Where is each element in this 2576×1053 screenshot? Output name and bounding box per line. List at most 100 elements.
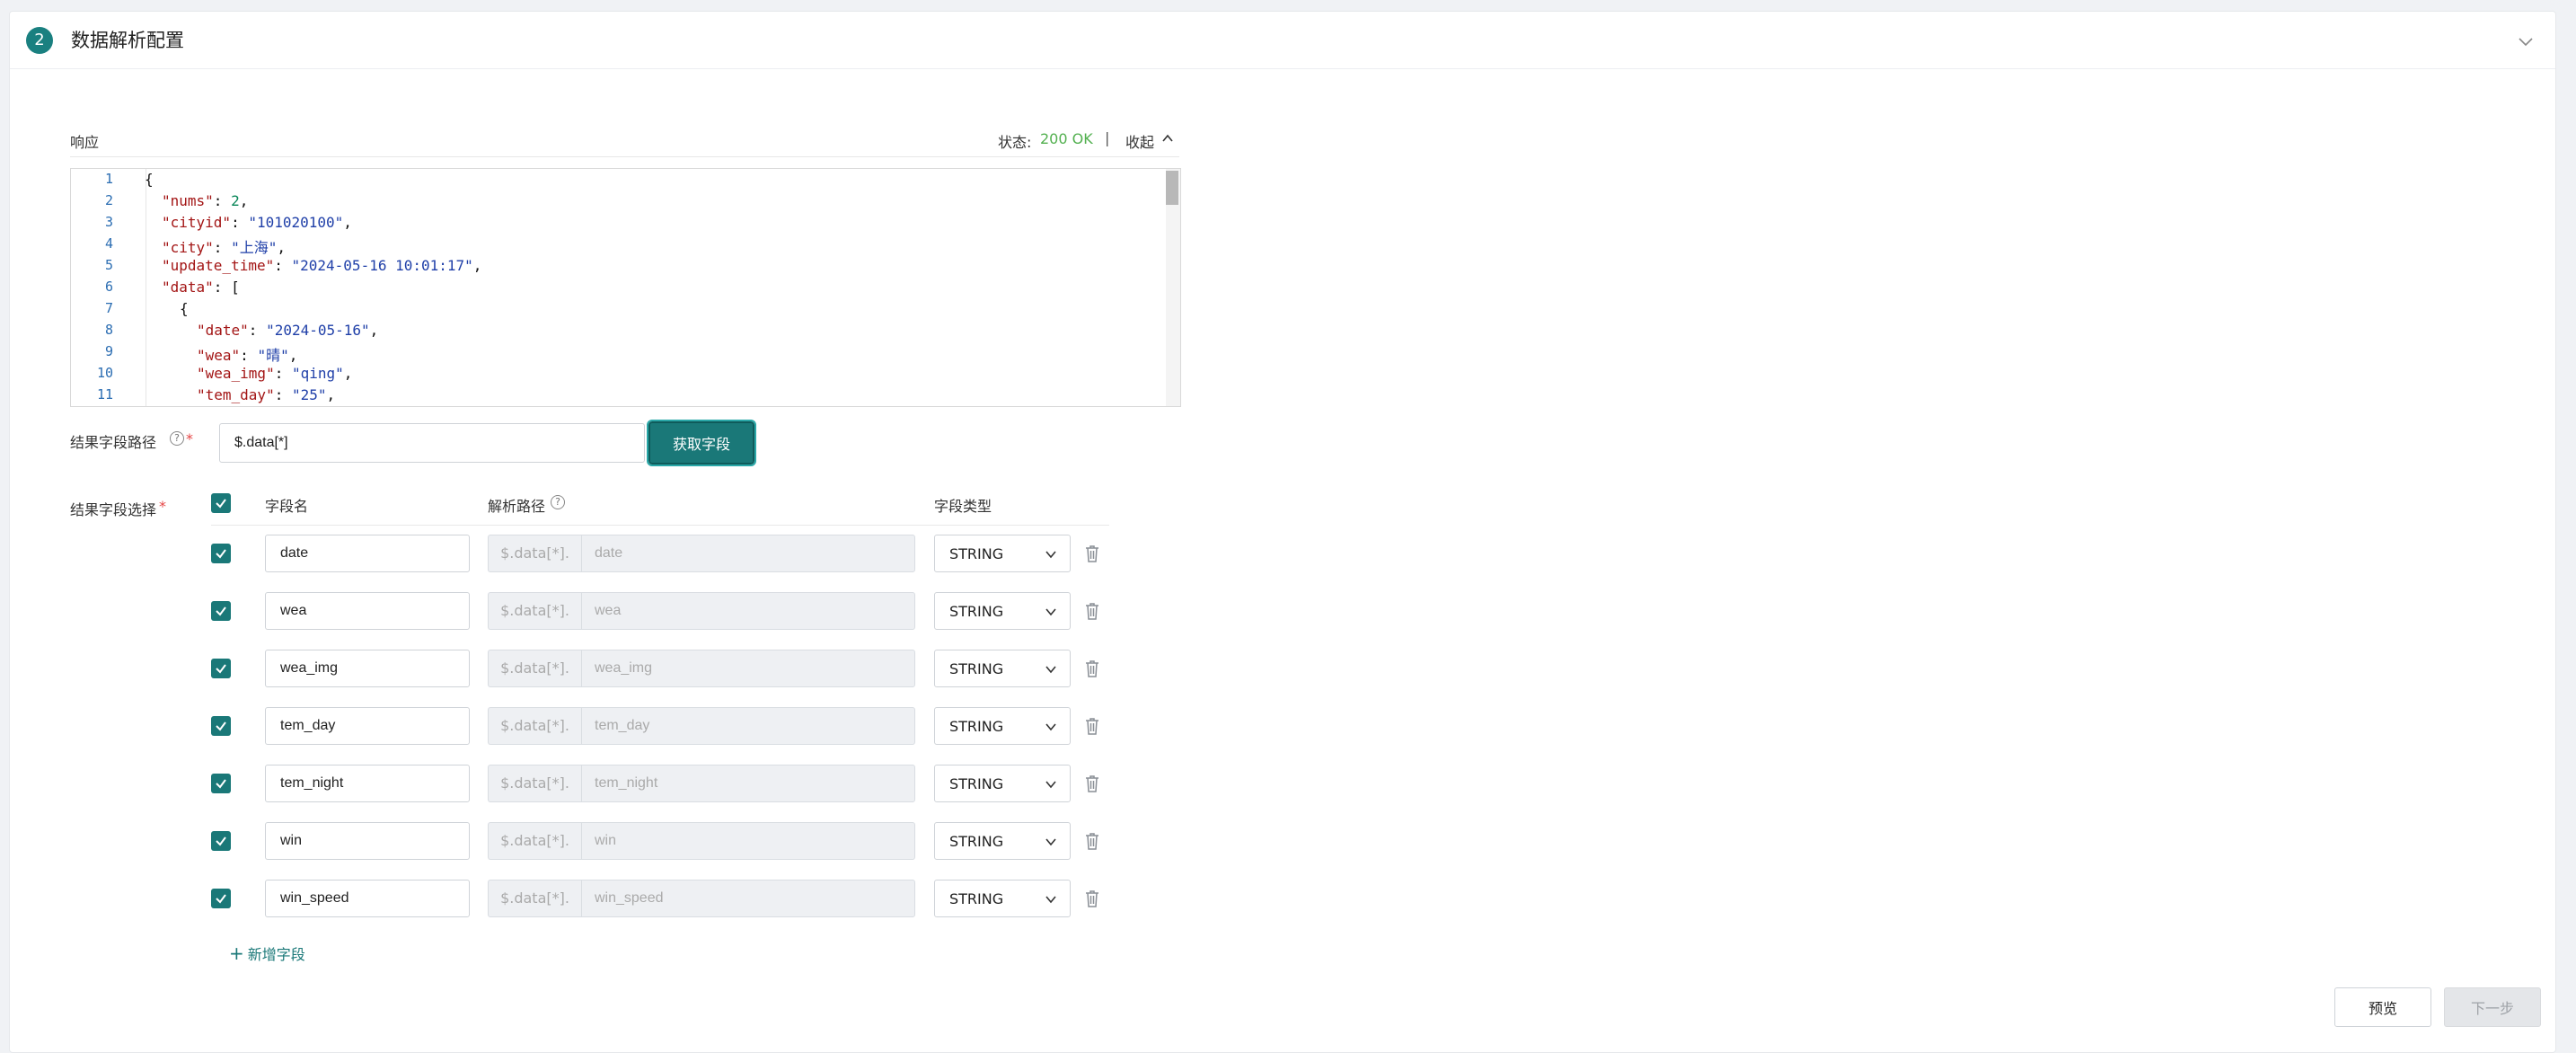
path-prefix: $.data[*]. [488,650,581,687]
json-key: "tem_day" [197,386,275,403]
json-key: "update_time" [162,257,275,274]
field-name-input[interactable] [265,765,470,802]
trash-icon[interactable] [1083,601,1101,621]
trash-icon[interactable] [1083,659,1101,678]
path-prefix: $.data[*]. [488,592,581,630]
add-field-label: 新增字段 [247,946,305,963]
field-type-select[interactable]: STRING [934,707,1071,745]
field-name-input[interactable] [265,535,470,572]
parse-path-input[interactable] [581,822,915,860]
line-number: 4 [104,235,113,252]
check-icon [216,779,226,789]
trash-icon[interactable] [1083,774,1101,793]
chevron-down-icon [1045,666,1056,674]
response-code-editor[interactable]: 1 2 3 4 5 6 7 8 9 10 11 { "nums": 2, "ci… [70,168,1181,407]
chevron-down-icon[interactable] [2516,31,2536,51]
card-header[interactable]: 2 数据解析配置 [10,12,2555,69]
help-icon[interactable]: ? [551,495,565,509]
parse-path-input[interactable] [581,592,915,630]
chevron-down-icon [1045,608,1056,616]
parse-path-input[interactable] [581,535,915,572]
preview-button[interactable]: 预览 [2334,987,2431,1027]
fetch-fields-button[interactable]: 获取字段 [647,420,756,466]
collapse-toggle[interactable]: 收起 [1125,130,1154,152]
add-field-button[interactable]: + 新增字段 [229,942,305,964]
field-checkbox[interactable] [211,716,231,736]
field-name-input[interactable] [265,707,470,745]
status-label: 状态: [998,134,1032,151]
code-line: { [180,300,189,317]
trash-icon[interactable] [1083,544,1101,563]
field-row: $.data[*]. STRING [10,650,1178,689]
chevron-down-icon [1045,896,1056,904]
trash-icon[interactable] [1083,831,1101,851]
result-path-input[interactable] [219,423,645,463]
json-value: "25" [291,386,327,403]
field-row: $.data[*]. STRING [10,535,1178,574]
field-checkbox[interactable] [211,831,231,851]
trash-icon[interactable] [1083,716,1101,736]
code-token: { [145,171,154,188]
field-row: $.data[*]. STRING [10,765,1178,804]
line-number: 7 [104,300,113,316]
field-name-input[interactable] [265,650,470,687]
plus-icon: + [229,942,244,964]
check-icon [216,606,226,616]
json-value: "2024-05-16 10:01:17" [291,257,473,274]
field-type-select[interactable]: STRING [934,765,1071,802]
parse-path-input[interactable] [581,650,915,687]
field-type-value: STRING [949,660,1004,677]
json-key: "wea_img" [197,365,275,382]
path-prefix: $.data[*]. [488,822,581,860]
code-token: { [180,300,189,317]
json-value: "qing" [291,365,344,382]
line-number: 5 [104,257,113,273]
json-value: "上海" [231,239,278,256]
trash-icon[interactable] [1083,889,1101,908]
json-key: "cityid" [162,214,232,231]
field-type-select[interactable]: STRING [934,822,1071,860]
code-line: "wea_img": "qing", [197,365,353,382]
code-line: { [145,171,154,188]
field-checkbox[interactable] [211,544,231,563]
code-line: "tem_day": "25", [197,386,336,403]
code-line: "cityid": "101020100", [162,214,352,231]
line-number: 10 [96,365,113,381]
field-name-input[interactable] [265,822,470,860]
field-name-input[interactable] [265,592,470,630]
field-checkbox[interactable] [211,601,231,621]
response-label: 响应 [70,134,100,151]
field-checkbox[interactable] [211,889,231,908]
field-name-input[interactable] [265,880,470,917]
field-row: $.data[*]. STRING [10,707,1178,747]
json-value: "101020100" [248,214,344,231]
field-type-select[interactable]: STRING [934,880,1071,917]
field-type-select[interactable]: STRING [934,592,1071,630]
parse-path-input[interactable] [581,765,915,802]
field-type-select[interactable]: STRING [934,535,1071,572]
column-header-path: 解析路径 [488,498,546,515]
field-checkbox[interactable] [211,774,231,793]
field-type-select[interactable]: STRING [934,650,1071,687]
code-scrollbar-thumb[interactable] [1166,171,1178,205]
help-icon[interactable]: ? [170,431,184,446]
check-icon [216,894,226,904]
chevron-down-icon [1045,551,1056,559]
field-select-label: 结果字段选择 [70,501,157,518]
chevron-down-icon [1045,781,1056,789]
response-divider [70,156,1179,157]
required-mark: * [186,430,193,447]
select-all-checkbox[interactable] [211,493,231,513]
parse-path-input[interactable] [581,707,915,745]
field-type-value: STRING [949,833,1004,850]
response-status-bar: 状态: 200 OK | 收起 [998,128,1179,152]
line-number: 11 [96,386,113,403]
field-checkbox[interactable] [211,659,231,678]
chevron-down-icon [1045,838,1056,846]
chevron-up-icon[interactable] [1161,132,1174,145]
code-scrollbar[interactable] [1166,169,1180,406]
json-key: "city" [162,239,214,256]
path-prefix: $.data[*]. [488,535,581,572]
parse-path-input[interactable] [581,880,915,917]
next-step-button[interactable]: 下一步 [2444,987,2541,1027]
